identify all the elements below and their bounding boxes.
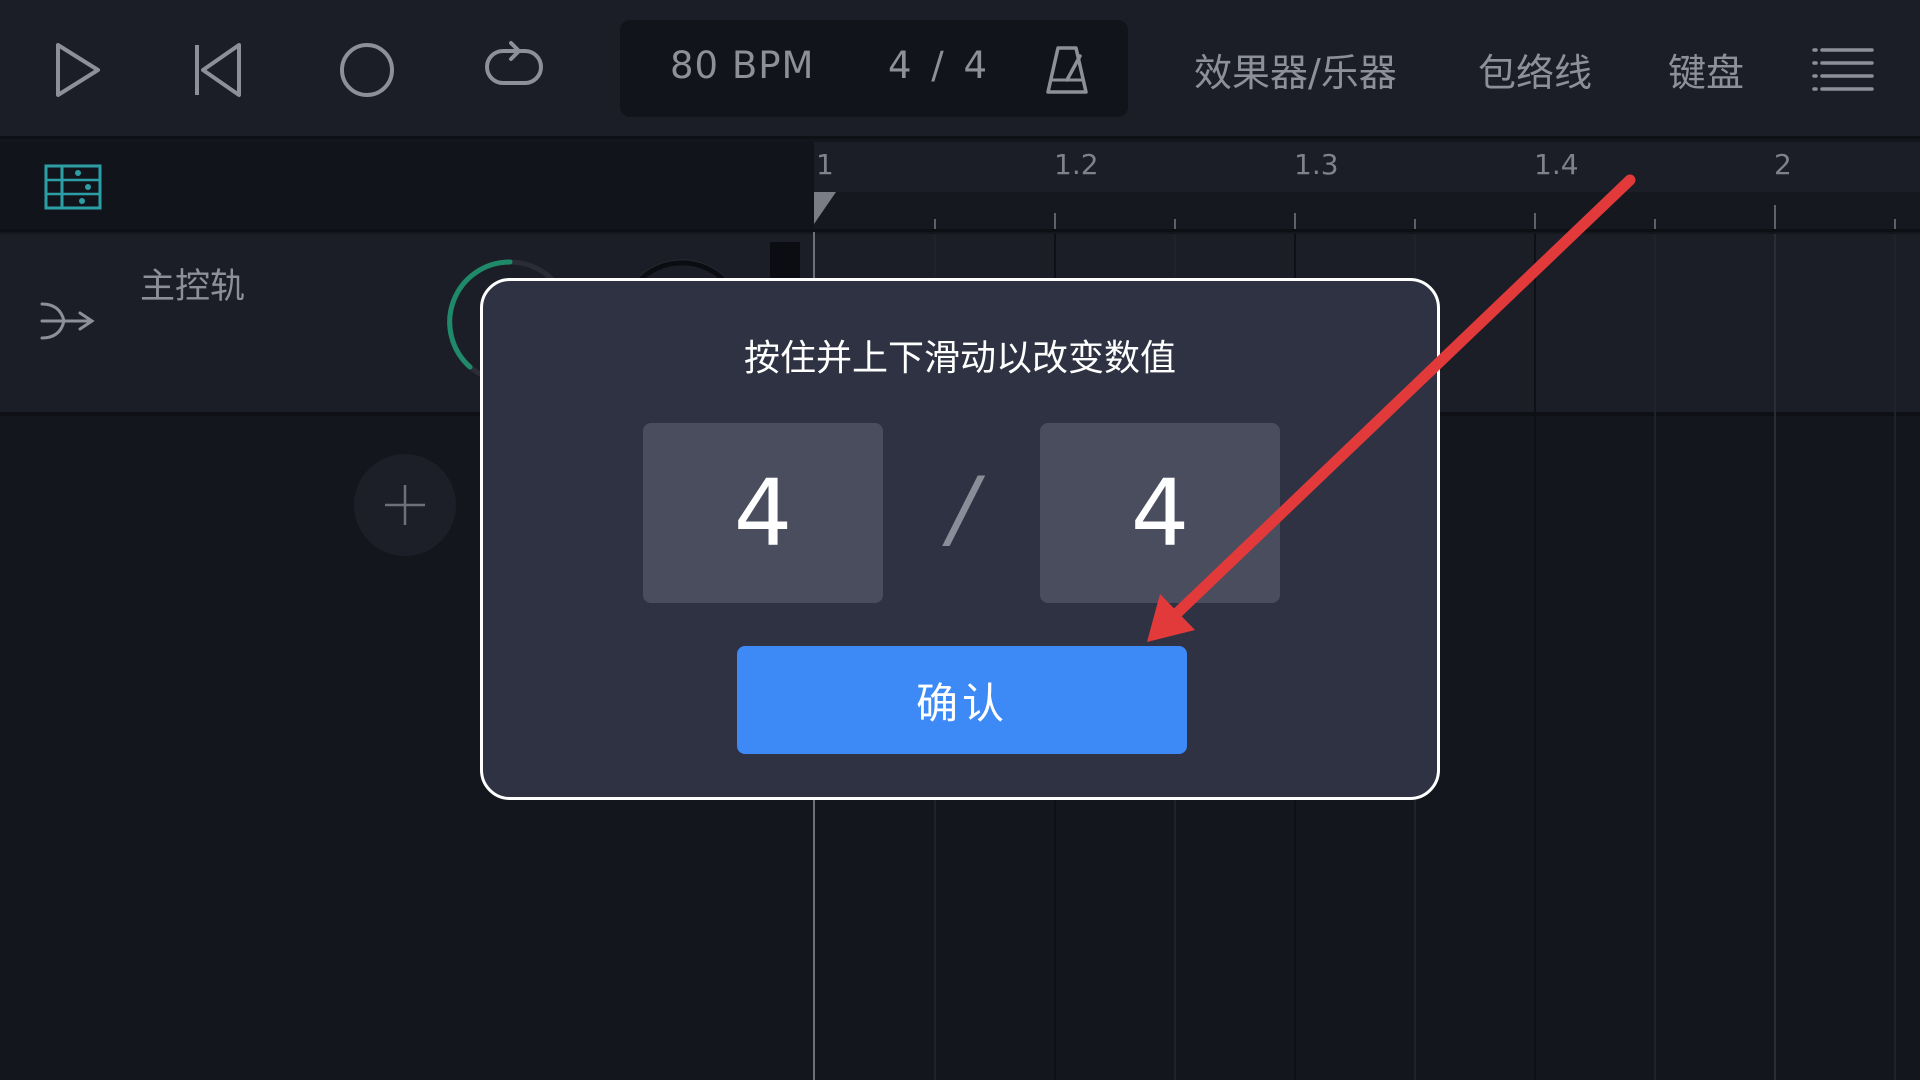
ruler-label-1-3: 1.3 — [1294, 148, 1339, 181]
ruler-label-1: 1 — [816, 148, 834, 181]
loop-button[interactable] — [474, 30, 554, 110]
transport-display: 80 BPM 4 / 4 — [620, 20, 1128, 117]
ruler-tick — [1894, 219, 1896, 229]
play-icon — [56, 43, 100, 97]
plus-icon — [385, 485, 425, 525]
ruler-tick — [1654, 219, 1656, 229]
bpm-display[interactable]: 80 BPM — [670, 44, 814, 87]
timeline-ruler[interactable]: 1 1.2 1.3 1.4 2 — [814, 142, 1920, 232]
ruler-tick — [934, 219, 936, 229]
grid-line — [1654, 234, 1656, 1080]
time-signature-dialog: 按住并上下滑动以改变数值 4 / 4 确认 — [480, 278, 1440, 800]
fraction-separator: / — [948, 459, 978, 559]
ruler-tick — [1774, 205, 1776, 229]
add-track-button[interactable] — [354, 454, 456, 556]
skip-to-start-icon — [195, 43, 241, 97]
ruler-label-2: 2 — [1774, 148, 1792, 181]
ruler-tick — [1294, 213, 1296, 229]
keyboard-button[interactable]: 键盘 — [1668, 42, 1744, 97]
grid-line-bar — [1774, 234, 1776, 1080]
record-icon — [340, 43, 394, 97]
dialog-title: 按住并上下滑动以改变数值 — [743, 338, 1176, 379]
ruler-label-1-2: 1.2 — [1054, 148, 1099, 181]
track-header-bar — [0, 142, 814, 232]
grid-line — [1894, 234, 1896, 1080]
grid-line — [1534, 234, 1536, 1080]
app-root: 80 BPM 4 / 4 效果器/乐器 包络线 键盘 主控轨 1 1.2 1.3… — [0, 0, 1920, 1080]
numerator-spinner[interactable]: 4 — [643, 423, 883, 603]
ruler-tick — [1534, 213, 1536, 229]
metronome-icon[interactable] — [1040, 42, 1094, 96]
rewind-button[interactable] — [178, 30, 258, 110]
master-output-icon — [40, 302, 95, 340]
effects-instruments-button[interactable]: 效果器/乐器 — [1194, 42, 1397, 97]
playhead-marker-icon[interactable] — [814, 192, 838, 226]
play-button[interactable] — [35, 30, 115, 110]
record-button[interactable] — [327, 30, 407, 110]
confirm-button[interactable]: 确认 — [737, 646, 1187, 754]
ruler-label-1-4: 1.4 — [1534, 148, 1579, 181]
ruler-tick — [1054, 213, 1056, 229]
envelope-button[interactable]: 包络线 — [1478, 42, 1592, 97]
mixer-icon[interactable] — [44, 164, 102, 210]
ruler-tick — [1414, 219, 1416, 229]
hamburger-menu-icon[interactable] — [1812, 44, 1874, 96]
ruler-label-strip — [814, 142, 1920, 192]
time-signature-display[interactable]: 4 / 4 — [888, 44, 987, 87]
denominator-spinner[interactable]: 4 — [1040, 423, 1280, 603]
top-toolbar: 80 BPM 4 / 4 效果器/乐器 包络线 键盘 — [0, 0, 1920, 139]
ruler-tick — [1174, 219, 1176, 229]
loop-icon — [485, 41, 543, 85]
master-track-label: 主控轨 — [140, 267, 246, 307]
